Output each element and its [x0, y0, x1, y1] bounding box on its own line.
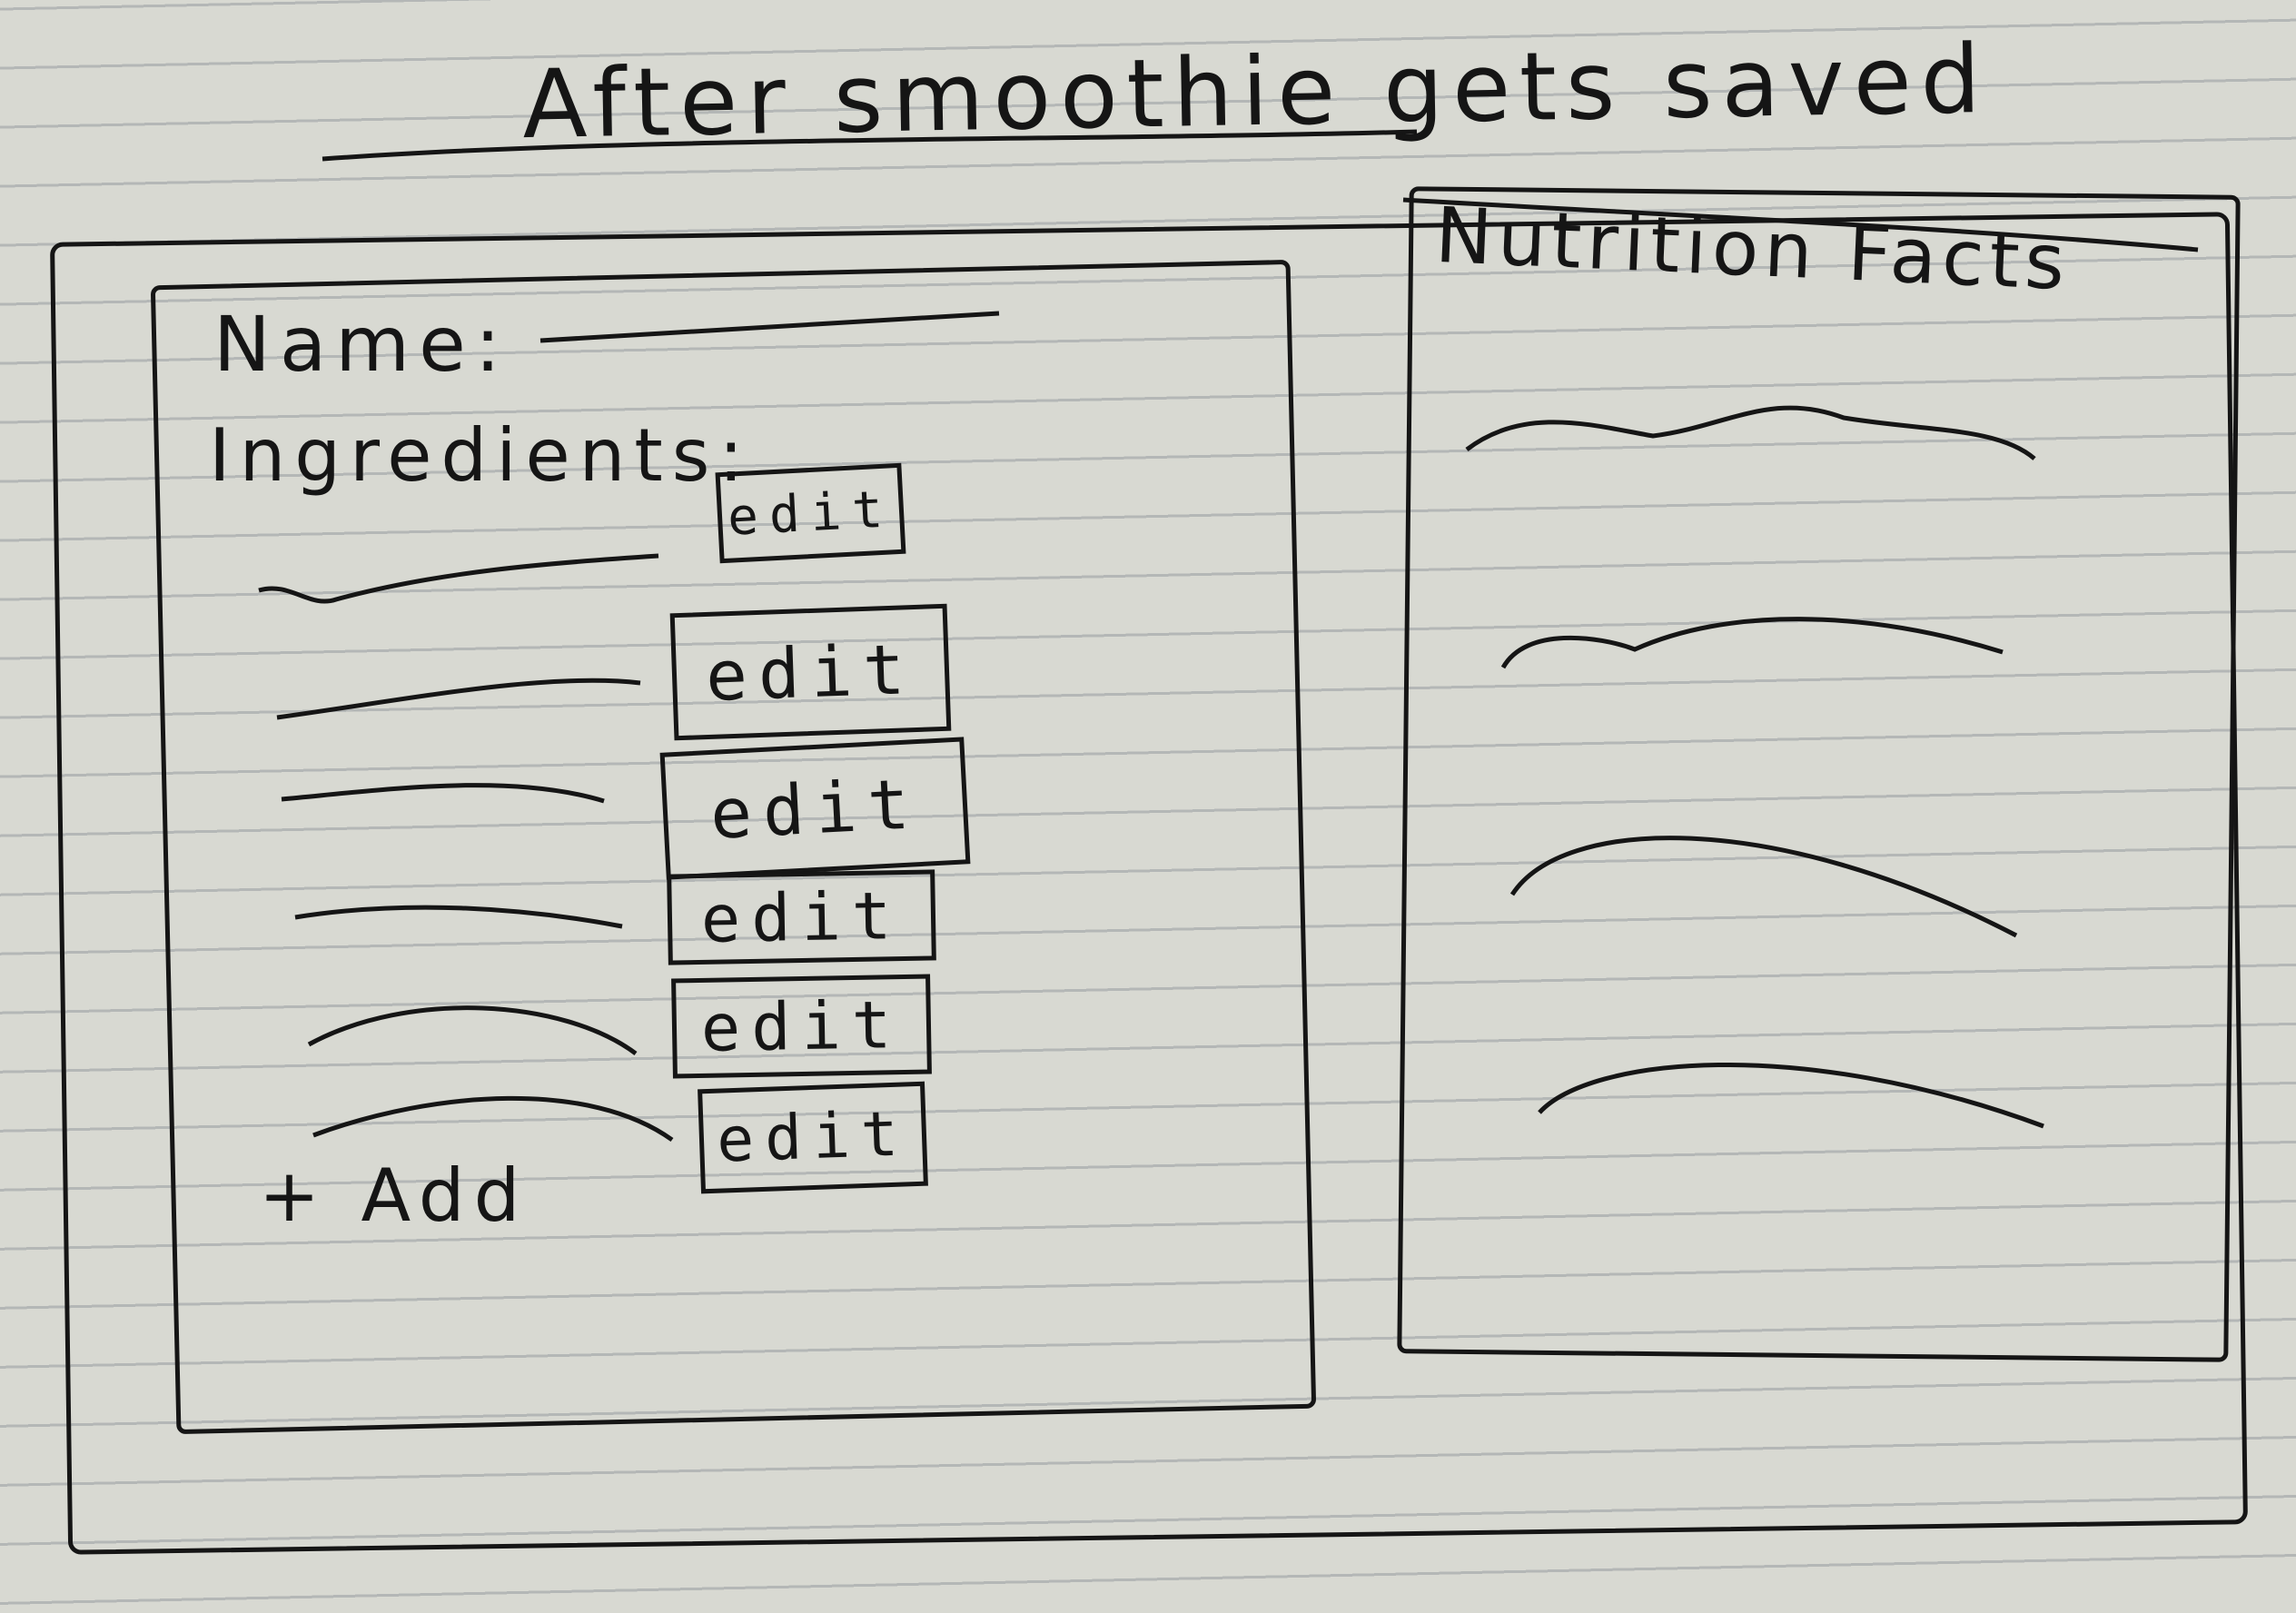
nutrition-lines	[1465, 405, 2044, 1129]
nutrition-line-2	[1500, 617, 2004, 669]
nutrition-line-3	[1509, 836, 2018, 938]
nutrition-line-1	[1465, 405, 2036, 460]
nutrition-line-4	[1538, 1062, 2044, 1129]
